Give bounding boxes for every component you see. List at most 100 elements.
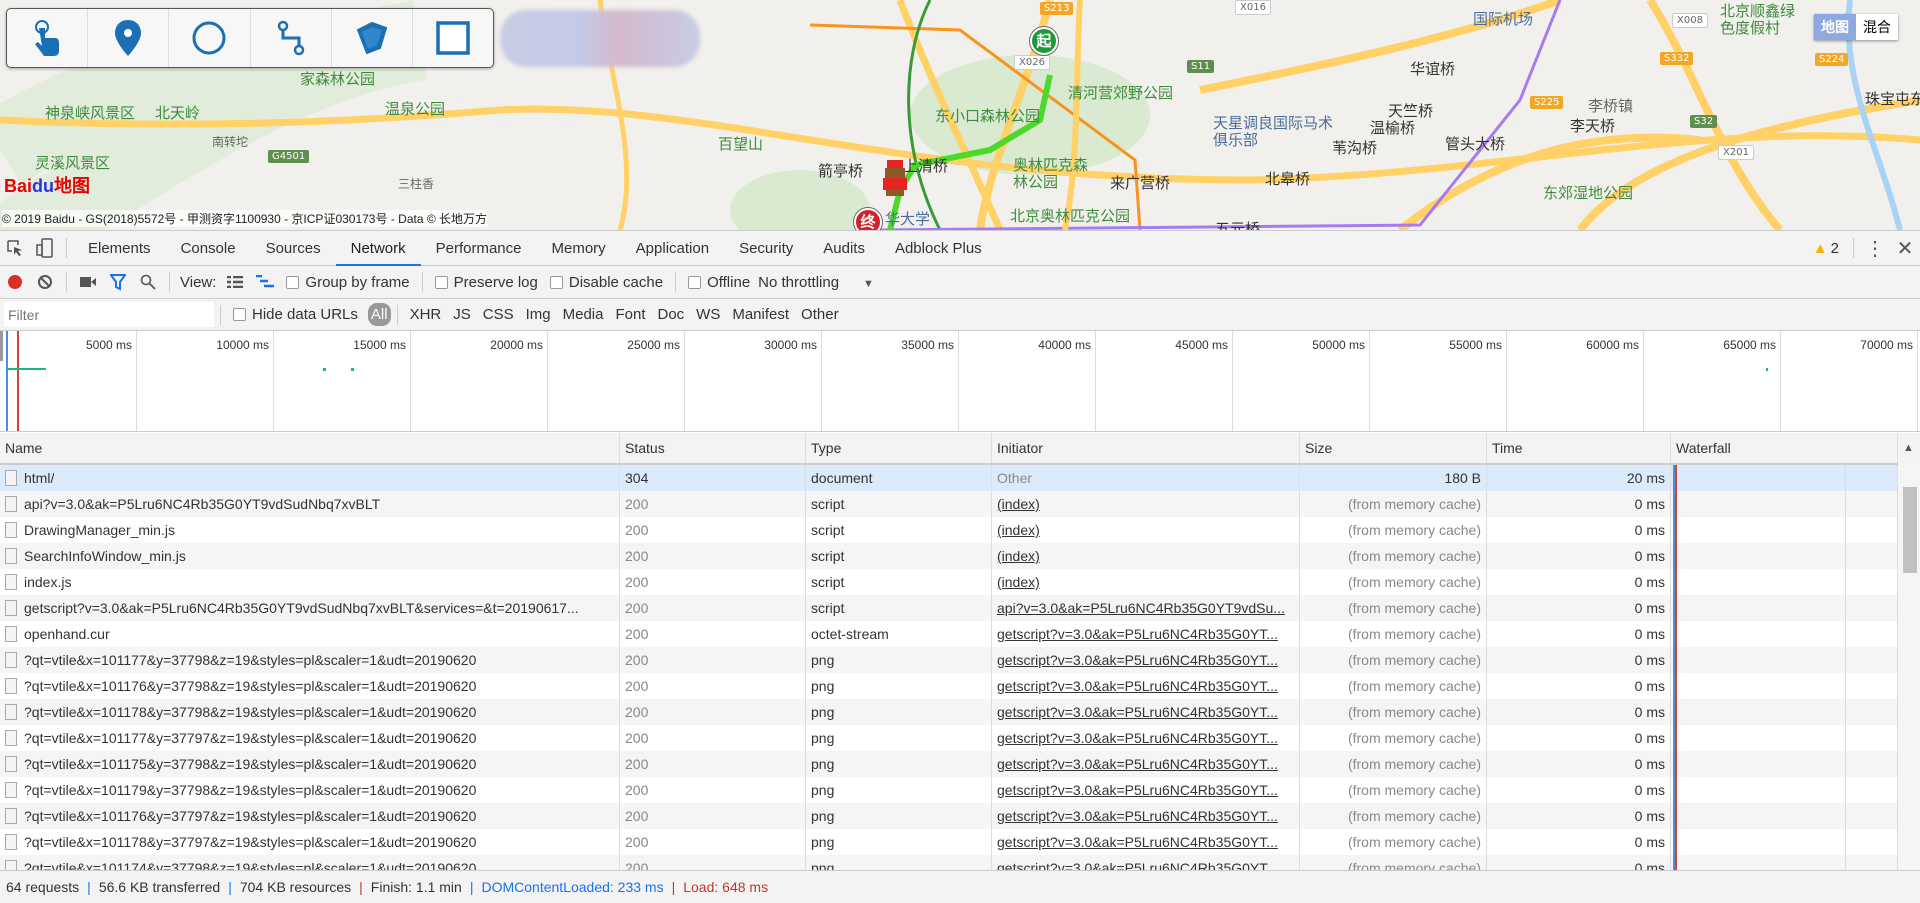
table-row[interactable]: ?qt=vtile&x=101174&y=37798&z=19&styles=p… bbox=[0, 855, 1920, 871]
map-type-hybrid[interactable]: 混合 bbox=[1856, 14, 1898, 40]
tab-performance[interactable]: Performance bbox=[421, 231, 537, 266]
table-row[interactable]: api?v=3.0&ak=P5Lru6NC4Rb35G0YT9vdSudNbq7… bbox=[0, 491, 1920, 517]
table-scrollbar[interactable] bbox=[1898, 463, 1920, 871]
tab-adblock-plus[interactable]: Adblock Plus bbox=[880, 231, 997, 266]
offline-checkbox[interactable]: Offline bbox=[688, 274, 750, 291]
column-header-size[interactable]: Size bbox=[1300, 433, 1487, 463]
request-name-cell[interactable]: ?qt=vtile&x=101176&y=37797&z=19&styles=p… bbox=[0, 803, 620, 829]
request-name-cell[interactable]: getscript?v=3.0&ak=P5Lru6NC4Rb35G0YT9vdS… bbox=[0, 595, 620, 621]
disable-cache-checkbox[interactable]: Disable cache bbox=[549, 274, 663, 291]
request-initiator-link[interactable]: getscript?v=3.0&ak=P5Lru6NC4Rb35G0YT... bbox=[997, 834, 1278, 850]
sort-ascending-icon[interactable]: ▲ bbox=[1898, 433, 1920, 463]
table-row[interactable]: ?qt=vtile&x=101176&y=37797&z=19&styles=p… bbox=[0, 803, 1920, 829]
table-row[interactable]: SearchInfoWindow_min.js 200 script (index) (… bbox=[0, 543, 1920, 569]
checkbox-box[interactable] bbox=[286, 275, 300, 289]
route-start-marker[interactable]: 起 bbox=[1030, 27, 1058, 55]
search-button[interactable] bbox=[133, 267, 163, 297]
request-name-cell[interactable]: ?qt=vtile&x=101177&y=37797&z=19&styles=p… bbox=[0, 725, 620, 751]
hide-data-urls-checkbox[interactable]: Hide data URLs bbox=[233, 306, 358, 323]
tab-application[interactable]: Application bbox=[621, 231, 724, 266]
request-initiator-link[interactable]: api?v=3.0&ak=P5Lru6NC4Rb35G0YT9vdSu... bbox=[997, 600, 1285, 616]
request-name-cell[interactable]: ?qt=vtile&x=101174&y=37798&z=19&styles=p… bbox=[0, 855, 620, 871]
tab-console[interactable]: Console bbox=[166, 231, 251, 266]
table-row[interactable]: ?qt=vtile&x=101178&y=37798&z=19&styles=p… bbox=[0, 699, 1920, 725]
draw-tool-hand[interactable] bbox=[7, 9, 89, 67]
column-header-status[interactable]: Status bbox=[620, 433, 806, 463]
filter-toggle-button[interactable] bbox=[103, 267, 133, 297]
request-initiator-link[interactable]: getscript?v=3.0&ak=P5Lru6NC4Rb35G0YT... bbox=[997, 652, 1278, 668]
request-initiator-link[interactable]: getscript?v=3.0&ak=P5Lru6NC4Rb35G0YT... bbox=[997, 730, 1278, 746]
warning-icon[interactable]: ▲ bbox=[1813, 240, 1828, 257]
request-initiator-link[interactable]: getscript?v=3.0&ak=P5Lru6NC4Rb35G0YT... bbox=[997, 626, 1278, 642]
table-row[interactable]: ?qt=vtile&x=101177&y=37798&z=19&styles=p… bbox=[0, 647, 1920, 673]
draw-tool-circle[interactable] bbox=[169, 9, 251, 67]
table-row[interactable]: openhand.cur 200 octet-stream getscript?v=3… bbox=[0, 621, 1920, 647]
request-initiator-link[interactable]: (index) bbox=[997, 522, 1040, 538]
request-initiator-link[interactable]: (index) bbox=[997, 574, 1040, 590]
filter-type-doc[interactable]: Doc bbox=[651, 306, 690, 323]
filter-type-font[interactable]: Font bbox=[609, 306, 651, 323]
request-initiator-link[interactable]: getscript?v=3.0&ak=P5Lru6NC4Rb35G0YT... bbox=[997, 678, 1278, 694]
inspect-element-button[interactable] bbox=[0, 233, 30, 263]
filter-type-manifest[interactable]: Manifest bbox=[726, 306, 795, 323]
checkbox-box[interactable] bbox=[434, 275, 448, 289]
request-name-cell[interactable]: DrawingManager_min.js bbox=[0, 517, 620, 543]
request-name-cell[interactable]: ?qt=vtile&x=101179&y=37798&z=19&styles=p… bbox=[0, 777, 620, 803]
filter-type-img[interactable]: Img bbox=[520, 306, 557, 323]
filter-type-all[interactable]: All bbox=[367, 303, 391, 326]
request-initiator-link[interactable]: getscript?v=3.0&ak=P5Lru6NC4Rb35G0YT... bbox=[997, 808, 1278, 824]
request-name-cell[interactable]: ?qt=vtile&x=101178&y=37798&z=19&styles=p… bbox=[0, 699, 620, 725]
request-name-cell[interactable]: SearchInfoWindow_min.js bbox=[0, 543, 620, 569]
request-initiator-link[interactable]: (index) bbox=[997, 548, 1040, 564]
filter-type-js[interactable]: JS bbox=[447, 306, 477, 323]
filter-type-css[interactable]: CSS bbox=[477, 306, 520, 323]
filter-type-other[interactable]: Other bbox=[795, 306, 845, 323]
checkbox-box[interactable] bbox=[549, 275, 563, 289]
column-header-time[interactable]: Time bbox=[1487, 433, 1671, 463]
throttling-select[interactable]: No throttling ▼ bbox=[758, 274, 874, 291]
request-initiator-link[interactable]: getscript?v=3.0&ak=P5Lru6NC4Rb35G0YT... bbox=[997, 704, 1278, 720]
more-options-button[interactable]: ⋮ bbox=[1860, 233, 1890, 263]
request-initiator-link[interactable]: getscript?v=3.0&ak=P5Lru6NC4Rb35G0YT... bbox=[997, 756, 1278, 772]
close-devtools-button[interactable]: ✕ bbox=[1890, 233, 1920, 263]
clear-button[interactable] bbox=[30, 267, 60, 297]
column-header-initiator[interactable]: Initiator bbox=[992, 433, 1300, 463]
tab-elements[interactable]: Elements bbox=[73, 231, 166, 266]
draw-tool-polygon[interactable] bbox=[332, 9, 413, 67]
baidu-map[interactable]: 家森林公园 神泉峡风景区 北天岭 灵溪风景区 南转坨 温泉公园 三柱香 百望山 … bbox=[0, 0, 1920, 230]
device-toolbar-button[interactable] bbox=[30, 233, 60, 263]
request-name-cell[interactable]: ?qt=vtile&x=101177&y=37798&z=19&styles=p… bbox=[0, 647, 620, 673]
tab-sources[interactable]: Sources bbox=[251, 231, 336, 266]
table-row[interactable]: ?qt=vtile&x=101178&y=37797&z=19&styles=p… bbox=[0, 829, 1920, 855]
column-header-waterfall[interactable]: Waterfall bbox=[1671, 433, 1898, 463]
request-initiator-link[interactable]: (index) bbox=[997, 496, 1040, 512]
network-overview-timeline[interactable]: 5000 ms 10000 ms 15000 ms 20000 ms 25000 ms 3… bbox=[0, 331, 1920, 432]
record-button[interactable] bbox=[0, 267, 30, 297]
request-name-cell[interactable]: index.js bbox=[0, 569, 620, 595]
table-row[interactable]: ?qt=vtile&x=101179&y=37798&z=19&styles=p… bbox=[0, 777, 1920, 803]
request-name-cell[interactable]: ?qt=vtile&x=101176&y=37798&z=19&styles=p… bbox=[0, 673, 620, 699]
map-type-map[interactable]: 地图 bbox=[1814, 14, 1856, 40]
request-initiator-link[interactable]: getscript?v=3.0&ak=P5Lru6NC4Rb35G0YT... bbox=[997, 782, 1278, 798]
group-by-frame-checkbox[interactable]: Group by frame bbox=[286, 274, 410, 291]
tab-audits[interactable]: Audits bbox=[808, 231, 880, 266]
table-row[interactable]: DrawingManager_min.js 200 script (index) (fr… bbox=[0, 517, 1920, 543]
warning-count[interactable]: 2 bbox=[1831, 240, 1839, 257]
table-row[interactable]: ?qt=vtile&x=101177&y=37797&z=19&styles=p… bbox=[0, 725, 1920, 751]
draw-tool-rectangle[interactable] bbox=[413, 9, 493, 67]
table-row[interactable]: ?qt=vtile&x=101176&y=37798&z=19&styles=p… bbox=[0, 673, 1920, 699]
table-row[interactable]: ?qt=vtile&x=101175&y=37798&z=19&styles=p… bbox=[0, 751, 1920, 777]
preserve-log-checkbox[interactable]: Preserve log bbox=[434, 274, 538, 291]
checkbox-box[interactable] bbox=[688, 275, 702, 289]
column-header-type[interactable]: Type bbox=[806, 433, 992, 463]
filter-type-ws[interactable]: WS bbox=[690, 306, 726, 323]
filter-input[interactable] bbox=[4, 302, 214, 327]
request-name-cell[interactable]: ?qt=vtile&x=101178&y=37797&z=19&styles=p… bbox=[0, 829, 620, 855]
draw-tool-marker[interactable] bbox=[88, 9, 170, 67]
request-name-cell[interactable]: ?qt=vtile&x=101175&y=37798&z=19&styles=p… bbox=[0, 751, 620, 777]
column-header-name[interactable]: Name bbox=[0, 433, 620, 463]
draw-tool-polyline[interactable] bbox=[251, 9, 332, 67]
request-name-cell[interactable]: html/ bbox=[0, 465, 620, 491]
screenshot-button[interactable] bbox=[73, 267, 103, 297]
table-row[interactable]: index.js 200 script (index) (from memory cac… bbox=[0, 569, 1920, 595]
